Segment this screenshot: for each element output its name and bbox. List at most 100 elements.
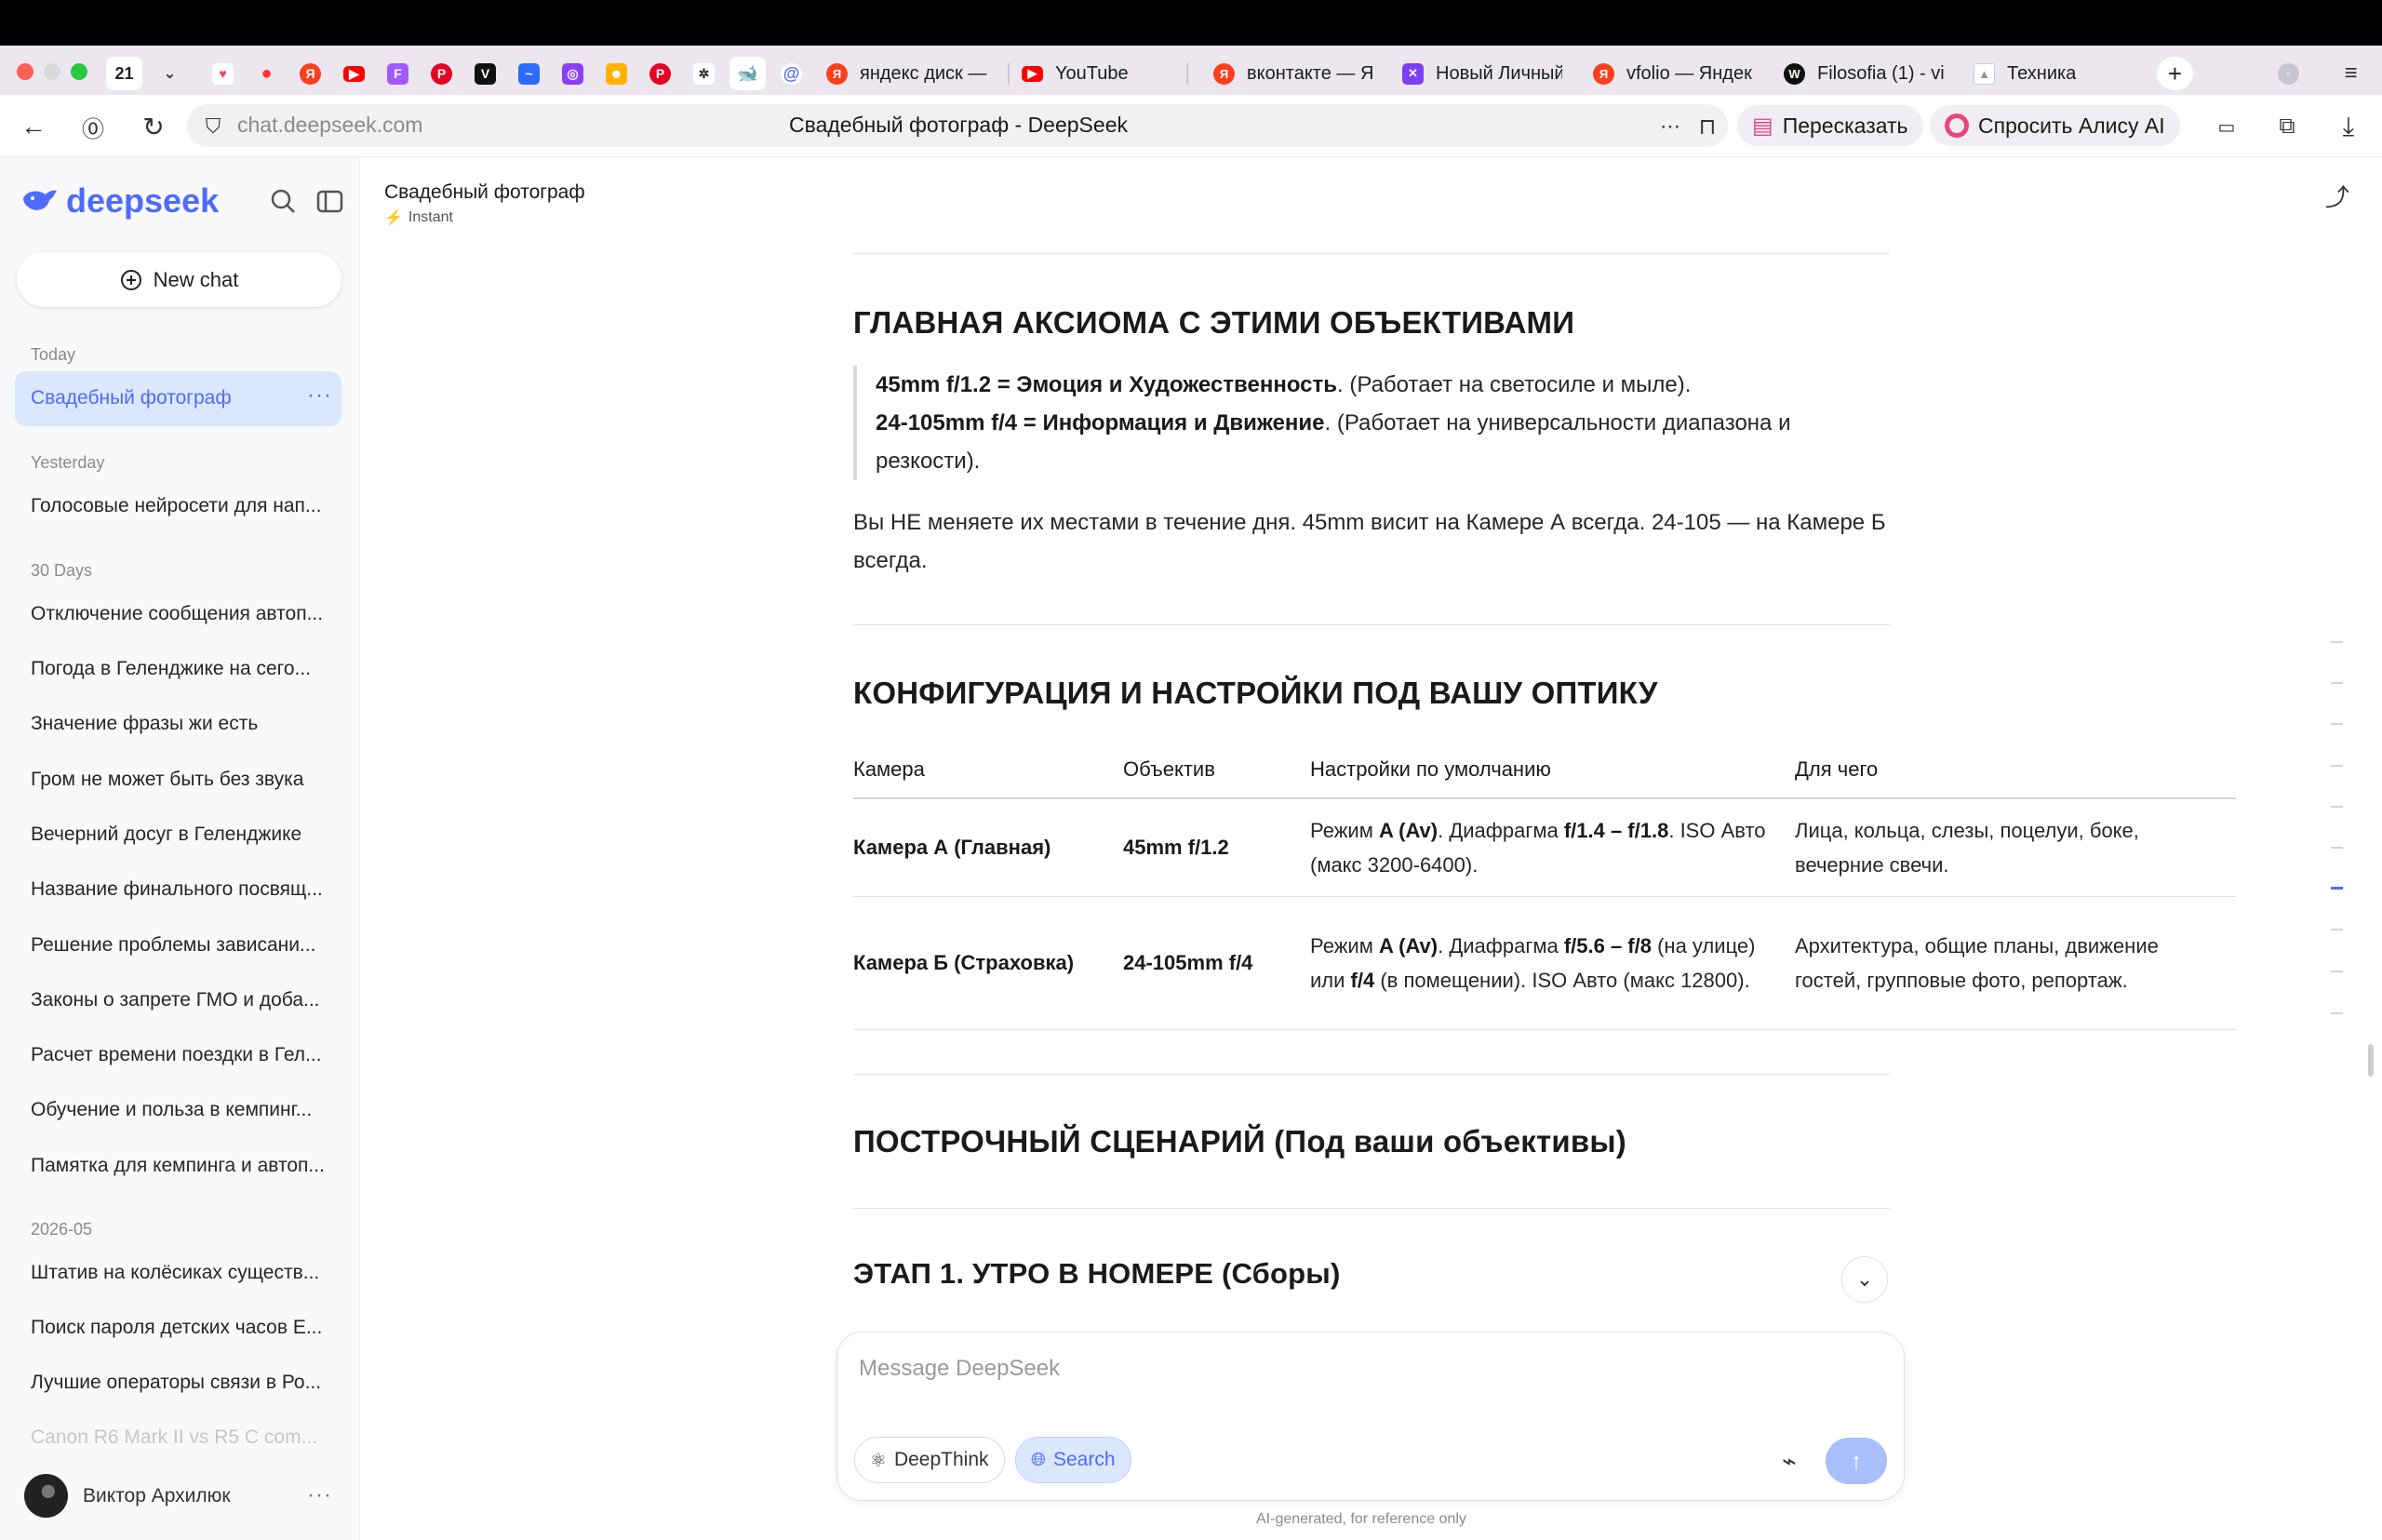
tab-new-personal[interactable]: ✕ Новый Личный — [1402, 57, 1562, 90]
tabs-dropdown-icon[interactable]: ⌄ — [152, 57, 188, 90]
outline-mark[interactable] — [2331, 723, 2343, 725]
tab-favicon-app2[interactable]: ◎ — [555, 57, 591, 90]
scroll-down-button[interactable]: ⌄ — [1841, 1256, 1888, 1303]
table-header-row: Камера Объектив Настройки по умолчанию Д… — [853, 741, 2236, 799]
tab-favicon-youtube[interactable]: ▶ — [336, 57, 372, 90]
tab-favicon-deepseek-active[interactable]: 🐋 — [729, 57, 766, 90]
history-item[interactable]: Штатив на колёсиках существ... — [31, 1262, 333, 1284]
tab-favicon-vimeo[interactable]: V — [467, 57, 503, 90]
history-item[interactable]: Значение фразы жи есть — [31, 713, 333, 735]
tab-favicon-settings[interactable]: ✲ — [686, 57, 722, 90]
history-item[interactable]: Памятка для кемпинга и автоп... — [31, 1155, 333, 1177]
minimize-window-button[interactable] — [44, 63, 60, 80]
tab-divider — [1008, 63, 1010, 85]
ask-alice-button[interactable]: Спросить Алису AI — [1930, 105, 2180, 146]
history-item[interactable]: Голосовые нейросети для нап... — [31, 495, 333, 517]
tab-favicon-pinterest[interactable]: P — [423, 57, 460, 90]
history-item[interactable]: Решение проблемы зависани... — [31, 934, 333, 957]
tab-vfolio[interactable]: Яvfolio — Яндекс — [1593, 57, 1753, 90]
retell-button[interactable]: ▤ Пересказать — [1737, 105, 1923, 146]
history-item[interactable]: Лучшие операторы связи в Ро... — [31, 1372, 333, 1394]
lightning-icon: ⚡ — [384, 210, 403, 226]
history-item[interactable]: Отключение сообщения автоп... — [31, 603, 333, 625]
attach-paperclip-icon[interactable]: ⌁ — [1773, 1444, 1806, 1478]
axiom-paragraph: Вы НЕ меняете их местами в течение дня. … — [853, 510, 1886, 573]
tab-favicon-1[interactable]: ♥ — [205, 57, 241, 90]
extensions-icon[interactable]: ⧉ — [2270, 110, 2304, 143]
history-item[interactable]: Вечерний досуг в Геленджике — [31, 824, 333, 846]
divider — [853, 1208, 1890, 1209]
outline-mark[interactable] — [2331, 929, 2343, 931]
tab-favicon-figma[interactable]: F — [380, 57, 416, 90]
outline-mark[interactable] — [2331, 806, 2343, 808]
column-header: Для чего — [1795, 741, 2236, 799]
profile-icon[interactable]: ◦ — [2270, 57, 2307, 90]
user-options-icon[interactable]: ··· — [307, 1482, 332, 1508]
chat-options-icon[interactable]: ··· — [307, 382, 332, 408]
atom-icon: ⚛ — [870, 1450, 887, 1471]
new-tab-plus-icon[interactable]: + — [2157, 57, 2193, 90]
history-item[interactable]: Расчет времени поездки в Гел... — [31, 1044, 333, 1066]
deepseek-logo[interactable]: deepseek — [21, 181, 219, 221]
search-toggle[interactable]: 🌐︎ Search — [1015, 1437, 1131, 1483]
divider — [853, 253, 1890, 254]
table-cell-camera: Камера Б (Страховка) — [853, 896, 1123, 1030]
tab-favicon-pinterest-2[interactable]: P — [642, 57, 678, 90]
table-row: Камера Б (Страховка) 24-105mm f/4 Режим … — [853, 896, 2236, 1030]
search-icon[interactable] — [268, 186, 299, 217]
tab-counter[interactable]: 21 — [106, 57, 142, 90]
outline-mark[interactable] — [2331, 847, 2343, 849]
outline-mark[interactable] — [2331, 1012, 2343, 1014]
tab-technika[interactable]: ▲ Техника — [1974, 57, 2132, 90]
zoom-window-button[interactable] — [71, 63, 87, 80]
back-arrow-icon[interactable]: ← — [17, 110, 50, 143]
scrollbar-thumb[interactable] — [2368, 1044, 2374, 1077]
tab-favicon-maps[interactable]: ● — [248, 57, 285, 90]
outline-mark[interactable] — [2331, 765, 2343, 767]
tab-favicon-app[interactable]: ~ — [511, 57, 547, 90]
30-days-label: 30 Days — [31, 561, 93, 580]
history-item[interactable]: Поиск пароля детских часов Е... — [31, 1317, 333, 1339]
tab-favicon-yandex[interactable]: Я — [292, 57, 328, 90]
new-chat-button[interactable]: New chat — [17, 252, 341, 307]
menu-icon[interactable]: ≡ — [2333, 57, 2369, 90]
yesterday-label: Yesterday — [31, 453, 105, 472]
history-item-active[interactable]: Свадебный фотограф — [31, 387, 282, 409]
table-cell-camera: Камера А (Главная) — [853, 798, 1123, 897]
tab-favicon-app3[interactable]: ☻ — [598, 57, 635, 90]
downloads-icon[interactable]: ⤓ — [2332, 110, 2365, 143]
outline-mark[interactable] — [2331, 641, 2343, 643]
sidebar-toggle-icon[interactable] — [314, 186, 345, 217]
site-shield-icon[interactable]: ⛉ — [196, 110, 230, 143]
history-item[interactable]: Погода в Геленджике на сего... — [31, 658, 333, 680]
more-dots-icon[interactable]: ⋯ — [1653, 110, 1687, 143]
reload-icon[interactable]: ↻ — [137, 110, 170, 143]
history-item[interactable]: Название финального посвящ... — [31, 878, 333, 901]
history-item[interactable]: Обучение и польза в кемпинг... — [31, 1099, 333, 1121]
tab-filosofia[interactable]: W Filosofia (1) - vi — [1784, 57, 1944, 90]
history-item[interactable]: Canon R6 Mark II vs R5 C com... — [31, 1426, 333, 1449]
outline-mark[interactable] — [2331, 971, 2343, 972]
user-profile[interactable]: Виктор Архилюк — [24, 1474, 231, 1518]
tab-yandex-disk[interactable]: Яяндекс диск — — [826, 57, 1003, 90]
ai-disclaimer: AI-generated, for reference only — [1256, 1511, 1466, 1527]
tab-youtube[interactable]: ▶ YouTube — [1022, 57, 1180, 90]
table-cell-purpose: Архитектура, общие планы, движение госте… — [1795, 896, 2236, 1030]
tab-vkontakte[interactable]: Явконтакте — Я — [1213, 57, 1373, 90]
bookmark-icon[interactable]: ⊓ — [1691, 110, 1724, 143]
app-icon: ✕ — [1402, 62, 1424, 85]
today-label: Today — [31, 345, 76, 364]
axiom-line-1: 45mm f/1.2 = Эмоция и Художественность. … — [876, 372, 1692, 397]
deepthink-toggle[interactable]: ⚛ DeepThink — [854, 1437, 1005, 1483]
history-item[interactable]: Гром не может быть без звука — [31, 769, 333, 791]
outline-mark[interactable] — [2331, 682, 2343, 684]
tab-favicon-mail[interactable]: @ — [773, 57, 810, 90]
history-item[interactable]: Законы о запрете ГМО и доба... — [31, 989, 333, 1011]
send-button[interactable]: ↑ — [1826, 1438, 1887, 1484]
outline-mark-active[interactable] — [2331, 887, 2343, 890]
share-icon[interactable]: ⤴ — [2321, 179, 2354, 212]
yandex-browser-icon[interactable]: ⓪ — [76, 110, 110, 143]
youtube-icon: ▶ — [1022, 65, 1043, 82]
message-input[interactable]: Message DeepSeek — [859, 1356, 1060, 1382]
close-window-button[interactable] — [17, 63, 33, 80]
